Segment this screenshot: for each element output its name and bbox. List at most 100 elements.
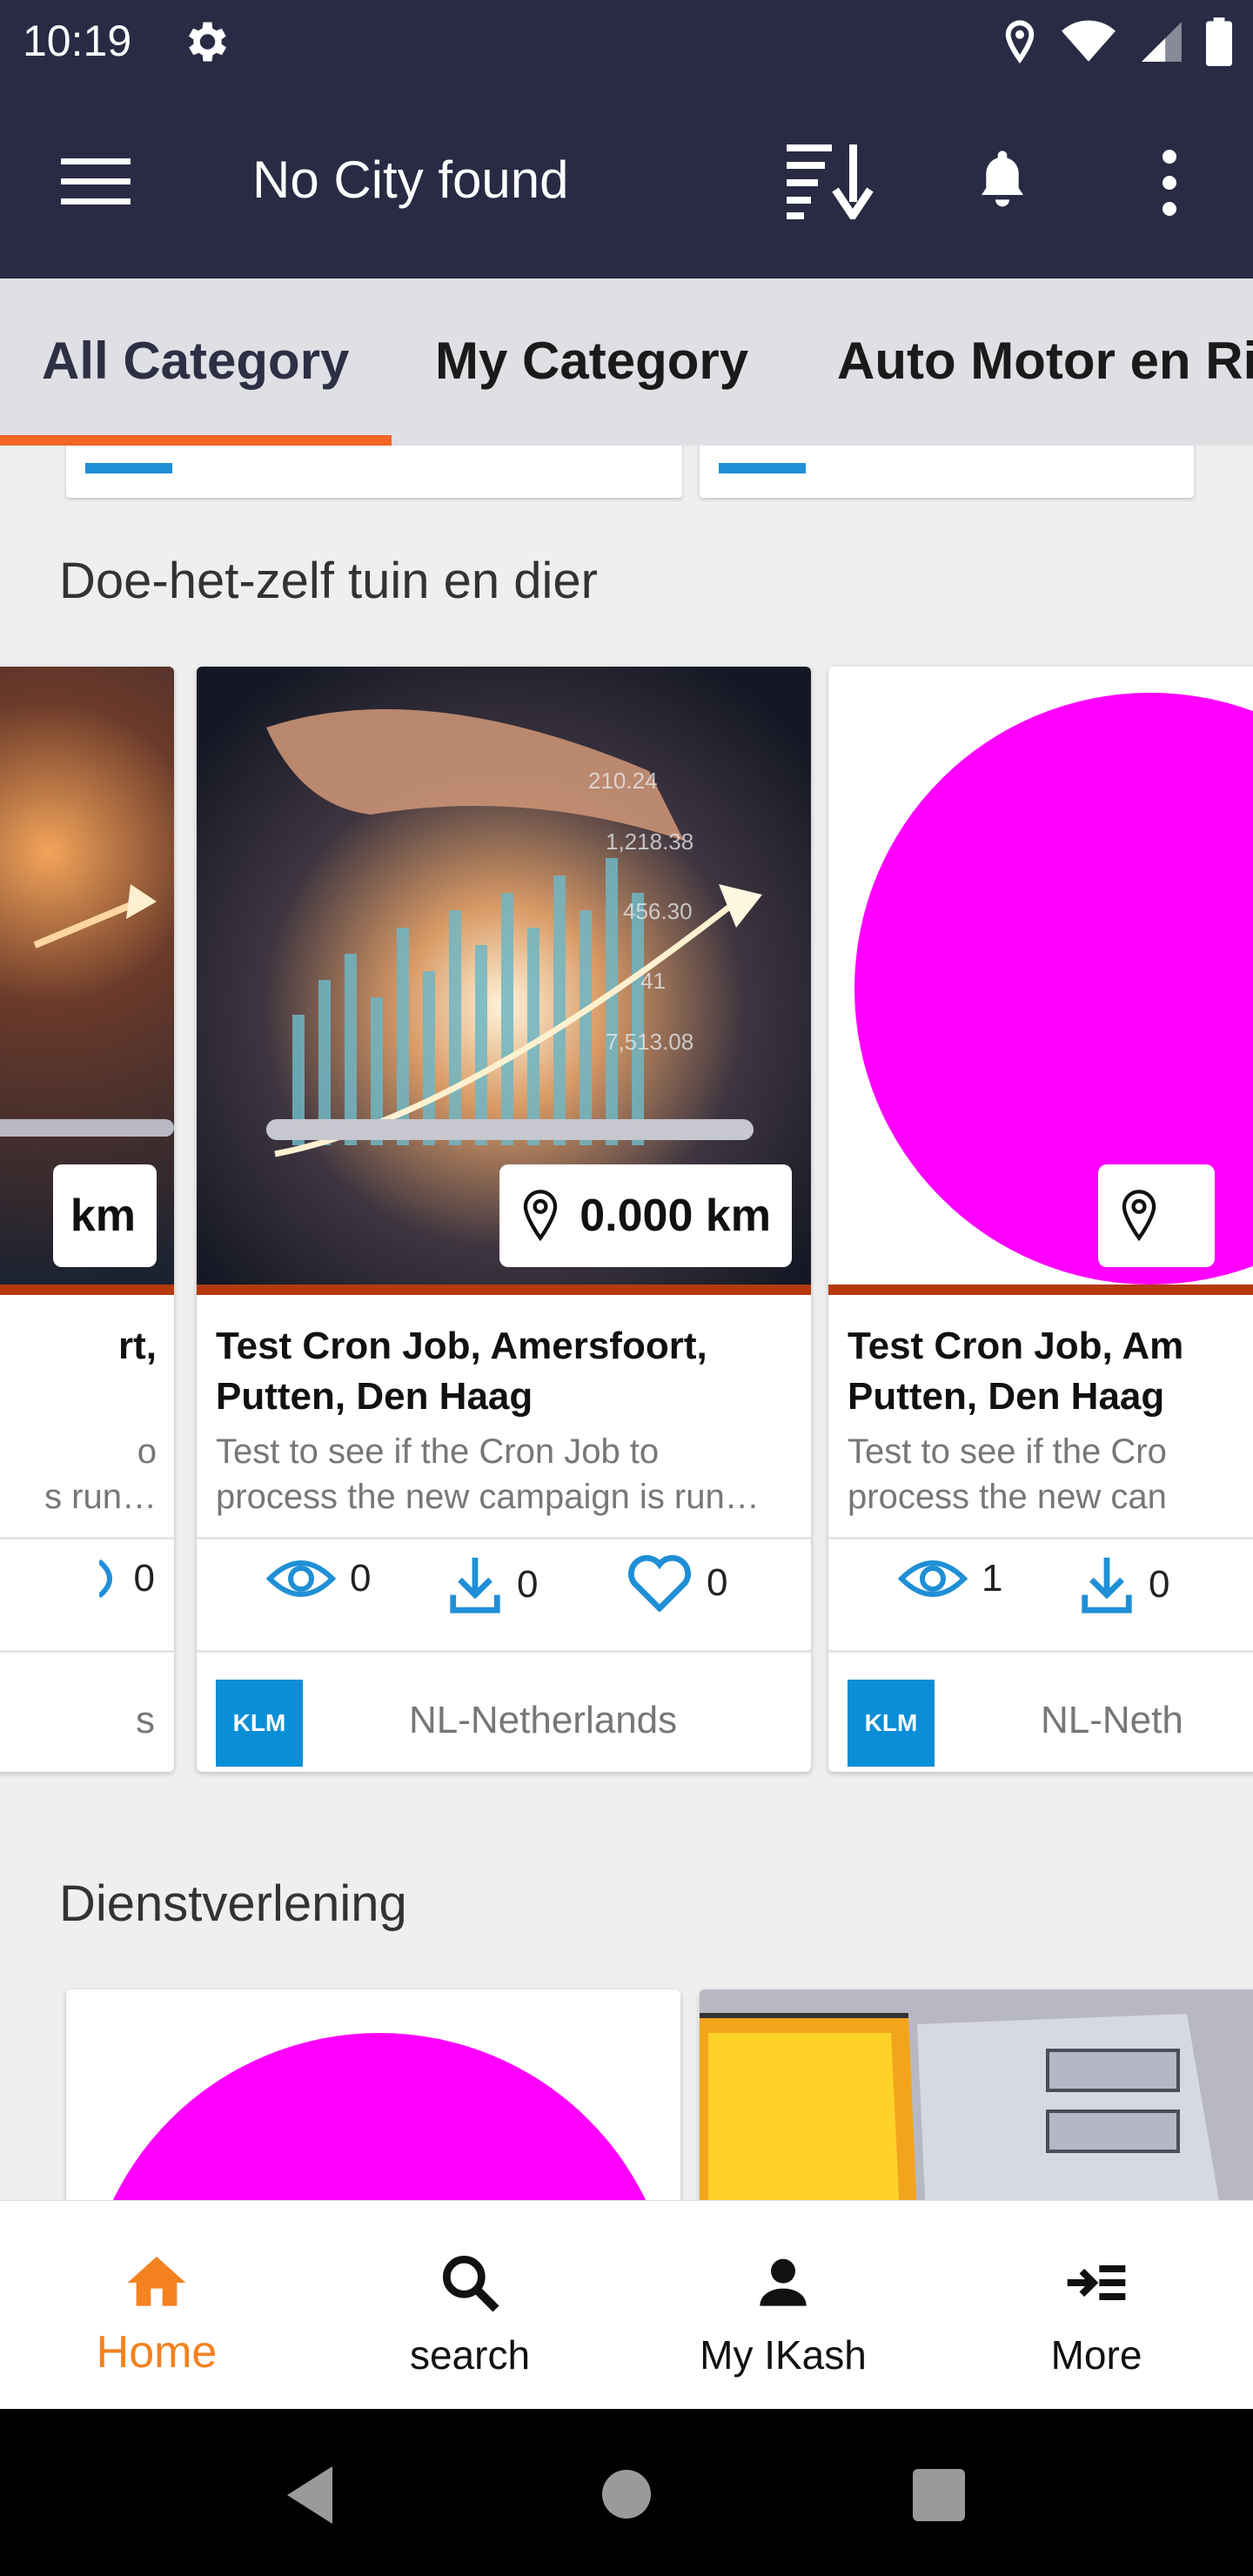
downloads-stat[interactable]: 0 bbox=[447, 1554, 538, 1615]
nav-label: Home bbox=[96, 2327, 218, 2378]
svg-text:7,513.08: 7,513.08 bbox=[606, 1029, 694, 1055]
nav-more[interactable]: More bbox=[940, 2201, 1253, 2410]
bottom-navigation: Home search My IKash More bbox=[0, 2200, 1253, 2409]
eye-icon bbox=[266, 1560, 336, 1597]
signal-icon bbox=[1142, 22, 1182, 62]
location-icon bbox=[1005, 20, 1035, 64]
card-description: o bbox=[137, 1432, 157, 1471]
system-navigation-bar bbox=[0, 2409, 1253, 2576]
battery-icon bbox=[1206, 17, 1232, 66]
city-selector[interactable]: No City found bbox=[252, 150, 569, 210]
divider bbox=[197, 1650, 811, 1653]
views-count: 0 bbox=[350, 1557, 372, 1600]
campaign-image bbox=[66, 1989, 680, 2200]
section-title: Doe-het-zelf tuin en dier bbox=[59, 553, 598, 609]
image-divider bbox=[197, 1285, 811, 1295]
card-title: rt, bbox=[118, 1325, 157, 1367]
distance-value: 0.000 km bbox=[580, 1191, 771, 1241]
likes-count: 0 bbox=[707, 1561, 728, 1604]
nav-home[interactable]: Home bbox=[0, 2201, 313, 2410]
divider bbox=[0, 1650, 174, 1653]
overflow-menu-icon[interactable] bbox=[1149, 148, 1190, 218]
person-icon bbox=[760, 2258, 807, 2306]
campaign-card[interactable]: 210.24 1,218.38 456.30 41 7,513.08 0.000 km… bbox=[197, 667, 811, 1772]
nav-search[interactable]: search bbox=[313, 2201, 626, 2410]
card-stats: 1 0 bbox=[828, 1546, 1253, 1641]
download-icon bbox=[450, 1557, 500, 1613]
nav-label: More bbox=[1050, 2332, 1142, 2378]
heart-icon bbox=[98, 1559, 112, 1599]
klm-logo: KLM bbox=[848, 1680, 935, 1767]
home-circle-icon[interactable] bbox=[600, 2468, 653, 2520]
card-title-line2: Putten, Den Haag bbox=[216, 1375, 533, 1418]
campaign-card[interactable]: km rt, o s run… 0 s bbox=[0, 667, 174, 1772]
eye-icon bbox=[898, 1560, 968, 1597]
more-list-icon bbox=[1067, 2265, 1126, 2300]
back-icon[interactable] bbox=[284, 2465, 336, 2526]
downloads-count: 0 bbox=[517, 1563, 539, 1606]
category-tabs: All Category My Category Auto Motor en R… bbox=[0, 278, 1253, 446]
tab-auto-motor[interactable]: Auto Motor en Ri bbox=[837, 331, 1253, 391]
sort-icon[interactable] bbox=[785, 141, 881, 219]
nav-my-ikash[interactable]: My IKash bbox=[626, 2201, 940, 2410]
card-description-line2: process the new can bbox=[848, 1478, 1167, 1516]
hamburger-menu-icon[interactable] bbox=[61, 153, 131, 209]
card-footer: s bbox=[0, 1667, 174, 1763]
svg-text:1,218.38: 1,218.38 bbox=[606, 828, 694, 855]
previous-card[interactable] bbox=[700, 446, 1194, 498]
card-footer: KLM NL-Neth bbox=[828, 1667, 1253, 1767]
views-stat[interactable]: 0 bbox=[266, 1554, 371, 1603]
map-pin-icon bbox=[1122, 1190, 1156, 1242]
card-title-line1: Test Cron Job, Amersfoort, bbox=[216, 1325, 707, 1367]
campaign-card[interactable]: Test Cron Job, Am Putten, Den Haag Test … bbox=[828, 667, 1253, 1772]
likes-stat[interactable]: 0 bbox=[626, 1554, 727, 1612]
views-stat[interactable]: 1 bbox=[898, 1554, 1002, 1603]
distance-badge bbox=[1098, 1164, 1215, 1267]
brand-name: KLM bbox=[232, 1709, 286, 1736]
card-description-line1: Test to see if the Cron Job to bbox=[216, 1432, 660, 1471]
svg-text:456.30: 456.30 bbox=[623, 898, 693, 924]
distance-value: km bbox=[70, 1191, 136, 1241]
wifi-icon bbox=[1062, 20, 1116, 62]
card-country: NL-Netherlands bbox=[409, 1699, 678, 1741]
downloads-stat[interactable]: 0 bbox=[1079, 1554, 1169, 1615]
image-divider bbox=[828, 1285, 1253, 1295]
tab-indicator bbox=[0, 435, 392, 446]
svg-text:210.24: 210.24 bbox=[588, 768, 658, 794]
likes-stat[interactable]: 0 bbox=[98, 1554, 155, 1603]
card-country: NL-Neth bbox=[1041, 1699, 1183, 1741]
campaign-card[interactable] bbox=[66, 1989, 680, 2200]
card-stats: 0 0 0 bbox=[197, 1546, 811, 1641]
notification-bell-icon[interactable] bbox=[975, 146, 1030, 216]
views-count: 1 bbox=[982, 1557, 1003, 1600]
distance-badge: km bbox=[52, 1164, 157, 1267]
gear-icon bbox=[189, 22, 226, 62]
campaign-card[interactable] bbox=[700, 1989, 1253, 2200]
status-bar: 10:19 bbox=[0, 0, 1253, 84]
divider bbox=[828, 1537, 1253, 1540]
card-description-line1: Test to see if the Cro bbox=[848, 1432, 1167, 1471]
section-title: Dienstverlening bbox=[59, 1875, 407, 1932]
search-icon bbox=[443, 2256, 499, 2312]
nav-label: My IKash bbox=[700, 2332, 867, 2378]
nav-label: search bbox=[409, 2332, 531, 2378]
card-stats: 0 bbox=[0, 1546, 174, 1641]
card-country: s bbox=[136, 1699, 155, 1741]
category-bar bbox=[719, 463, 806, 473]
card-description-line2: process the new campaign is run… bbox=[216, 1478, 760, 1516]
tab-all-category[interactable]: All Category bbox=[42, 331, 349, 391]
campaign-image bbox=[700, 1989, 1253, 2200]
tab-my-category[interactable]: My Category bbox=[435, 331, 748, 391]
recents-icon[interactable] bbox=[912, 2468, 966, 2522]
divider bbox=[828, 1650, 1253, 1653]
status-time: 10:19 bbox=[23, 17, 132, 65]
previous-card[interactable] bbox=[66, 446, 682, 498]
category-bar bbox=[85, 463, 172, 473]
image-divider bbox=[0, 1285, 174, 1295]
card-footer: KLM NL-Netherlands bbox=[197, 1667, 811, 1767]
home-icon bbox=[127, 2257, 186, 2306]
map-pin-icon bbox=[524, 1190, 558, 1242]
klm-logo: KLM bbox=[216, 1680, 303, 1767]
card-title-line2: Putten, Den Haag bbox=[848, 1375, 1165, 1418]
content-scroll[interactable]: Doe-het-zelf tuin en dier km rt, o s run… bbox=[0, 446, 1253, 2200]
